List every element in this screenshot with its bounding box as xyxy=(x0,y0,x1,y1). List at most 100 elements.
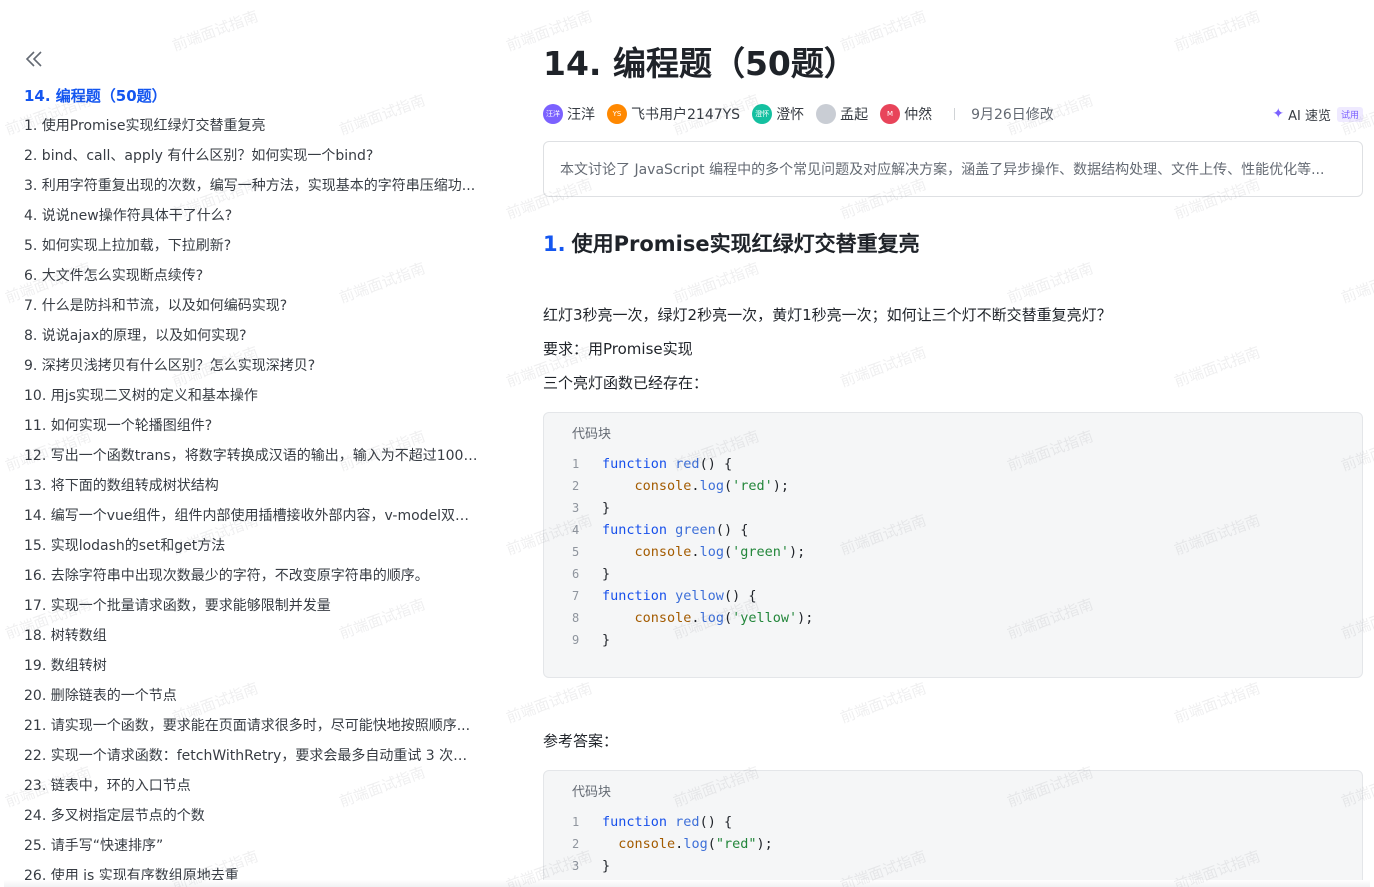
author-name: 澄怀 xyxy=(776,107,805,123)
author-chip[interactable]: 汪洋 汪洋 xyxy=(543,104,595,124)
toc-item[interactable]: 17. 实现一个批量请求函数，要求能够限制并发量 xyxy=(24,596,479,626)
toc-item[interactable]: 11. 如何实现一个轮播图组件? xyxy=(24,416,479,446)
author-list: 汪洋 汪洋 YS 飞书用户2147YS 澄怀 澄怀 孟起 M 仲然 xyxy=(543,104,944,124)
toc-item[interactable]: 19. 数组转树 xyxy=(24,656,479,686)
code-text: console.log('yellow'); xyxy=(602,607,814,629)
code-method: log xyxy=(699,610,724,626)
code-object: console xyxy=(634,478,692,494)
code-object: console xyxy=(634,544,692,560)
toc-item[interactable]: 9. 深拷贝浅拷贝有什么区别？怎么实现深拷贝? xyxy=(24,356,479,386)
author-chip[interactable]: 孟起 xyxy=(816,104,868,124)
code-keyword: function xyxy=(602,456,668,472)
code-method: log xyxy=(699,544,724,560)
toc-item[interactable]: 3. 利用字符重复出现的次数，编写一种方法，实现基本的字符串压缩功... xyxy=(24,176,479,206)
ai-sparkle-icon: ✦ xyxy=(1272,106,1285,122)
line-number: 9 xyxy=(572,633,580,647)
toc-item[interactable]: 6. 大文件怎么实现断点续传? xyxy=(24,266,479,296)
author-name: 仲然 xyxy=(904,107,933,123)
line-number: 7 xyxy=(572,589,580,603)
page-title: 14. 编程题（50题） xyxy=(543,44,857,83)
toc-item[interactable]: 12. 写出一个函数trans，将数字转换成汉语的输出，输入为不超过1000..… xyxy=(24,446,479,476)
ai-quick-view-label: AI 速览 xyxy=(1288,108,1331,124)
code-line: 2 console.log("red"); xyxy=(544,833,1362,855)
code-block-1[interactable]: 代码块 1 function red() {2 console.log('red'… xyxy=(543,412,1363,678)
code-line: 6} xyxy=(544,563,1362,585)
author-chip[interactable]: M 仲然 xyxy=(880,104,932,124)
code-line: 3} xyxy=(544,855,1362,877)
code-string: 'red' xyxy=(732,478,773,494)
avatar xyxy=(816,104,837,124)
toc-item[interactable]: 1. 使用Promise实现红绿灯交替重复亮 xyxy=(24,116,479,146)
author-name: 飞书用户2147YS xyxy=(631,107,741,123)
code-line: 5 console.log('green'); xyxy=(544,541,1362,563)
code-punctuation: } xyxy=(602,500,611,516)
code-string: "red" xyxy=(715,836,757,852)
code-punctuation: } xyxy=(602,632,611,648)
code-block-2[interactable]: 代码块 1 function red() {2 console.log("red"… xyxy=(543,770,1363,887)
toc-item[interactable]: 22. 实现一个请求函数：fetchWithRetry，要求会最多自动重试 3 … xyxy=(24,746,479,776)
document-body: 14. 编程题（50题） 汪洋 汪洋 YS 飞书用户2147YS 澄怀 澄怀 孟起 M 仲然 9… xyxy=(543,0,1363,887)
code-keyword: function xyxy=(602,522,668,538)
bottom-edge-shadow xyxy=(4,880,1370,887)
toc-item[interactable]: 14. 编写一个vue组件，组件内部使用插槽接收外部内容，v-model双向..… xyxy=(24,506,479,536)
code-line: 1 function red() { xyxy=(544,453,1362,475)
code-function-name: yellow xyxy=(675,588,724,604)
code-punctuation: () { xyxy=(723,588,757,604)
toc-item[interactable]: 4. 说说new操作符具体干了什么? xyxy=(24,206,479,236)
code-function-name: green xyxy=(675,522,716,538)
code-text: } xyxy=(602,563,610,585)
code-text: } xyxy=(602,629,610,651)
line-number: 1 xyxy=(572,815,580,829)
toc-item[interactable]: 20. 删除链表的一个节点 xyxy=(24,686,479,716)
code-line: 9} xyxy=(544,629,1362,651)
toc-item[interactable]: 23. 链表中，环的入口节点 xyxy=(24,776,479,806)
code-text: function red() { xyxy=(602,811,732,833)
reference-answer-label: 参考答案： xyxy=(543,732,619,750)
code-block-label: 代码块 xyxy=(572,785,612,800)
author-chip[interactable]: 澄怀 澄怀 xyxy=(752,104,804,124)
code-string: 'green' xyxy=(732,544,789,560)
section-number: 1. xyxy=(543,232,566,256)
toc-item[interactable]: 16. 去除字符串中出现次数最少的字符，不改变原字符串的顺序。 xyxy=(24,566,479,596)
code-text: function yellow() { xyxy=(602,585,756,607)
toc-item[interactable]: 10. 用js实现二叉树的定义和基本操作 xyxy=(24,386,479,416)
collapse-sidebar-icon[interactable] xyxy=(24,48,44,70)
summary-text: 本文讨论了 JavaScript 编程中的多个常见问题及对应解决方案，涵盖了异步… xyxy=(560,162,1325,178)
line-number: 8 xyxy=(572,611,580,625)
toc-title[interactable]: 14. 编程题（50题） xyxy=(24,86,484,106)
line-number: 5 xyxy=(572,545,580,559)
toc-item[interactable]: 24. 多叉树指定层节点的个数 xyxy=(24,806,479,836)
section-title: 使用Promise实现红绿灯交替重复亮 xyxy=(571,232,920,256)
line-number: 4 xyxy=(572,523,580,537)
toc-item[interactable]: 5. 如何实现上拉加载，下拉刷新? xyxy=(24,236,479,266)
toc-item[interactable]: 13. 将下面的数组转成树状结构 xyxy=(24,476,479,506)
section-heading: 1. 使用Promise实现红绿灯交替重复亮 xyxy=(543,228,920,260)
toc-item[interactable]: 8. 说说ajax的原理，以及如何实现? xyxy=(24,326,479,356)
code-line: 3} xyxy=(544,497,1362,519)
code-punctuation: () { xyxy=(715,522,749,538)
code-keyword: function xyxy=(602,588,668,604)
toc-item[interactable]: 18. 树转数组 xyxy=(24,626,479,656)
meta-divider xyxy=(954,108,956,120)
code-lines: 1 function red() {2 console.log('red'); 3}… xyxy=(544,453,1362,651)
code-method: log xyxy=(699,478,724,494)
author-chip[interactable]: YS 飞书用户2147YS xyxy=(607,104,740,124)
ai-summary-box[interactable]: 本文讨论了 JavaScript 编程中的多个常见问题及对应解决方案，涵盖了异步… xyxy=(543,141,1363,197)
code-punctuation: } xyxy=(602,566,611,582)
code-text: function green() { xyxy=(602,519,748,541)
toc-item[interactable]: 7. 什么是防抖和节流，以及如何编码实现? xyxy=(24,296,479,326)
toc-item[interactable]: 2. bind、call、apply 有什么区别？如何实现一个bind? xyxy=(24,146,479,176)
code-text: } xyxy=(602,855,610,877)
code-string: 'yellow' xyxy=(732,610,798,626)
ai-quick-view-button[interactable]: ✦ AI 速览 试用 xyxy=(1272,105,1363,124)
toc-item[interactable]: 15. 实现lodash的set和get方法 xyxy=(24,536,479,566)
question-text: 红灯3秒亮一次，绿灯2秒亮一次，黄灯1秒亮一次；如何让三个灯不断交替重复亮灯？ xyxy=(543,306,1112,324)
toc-list: 1. 使用Promise实现红绿灯交替重复亮 2. bind、call、apply… xyxy=(24,116,484,887)
toc-item[interactable]: 25. 请手写“快速排序” xyxy=(24,836,479,866)
toc-item[interactable]: 21. 请实现一个函数，要求能在页面请求很多时，尽可能快地按照顺序... xyxy=(24,716,479,746)
code-punctuation: () { xyxy=(699,814,733,830)
code-line: 4 function green() { xyxy=(544,519,1362,541)
